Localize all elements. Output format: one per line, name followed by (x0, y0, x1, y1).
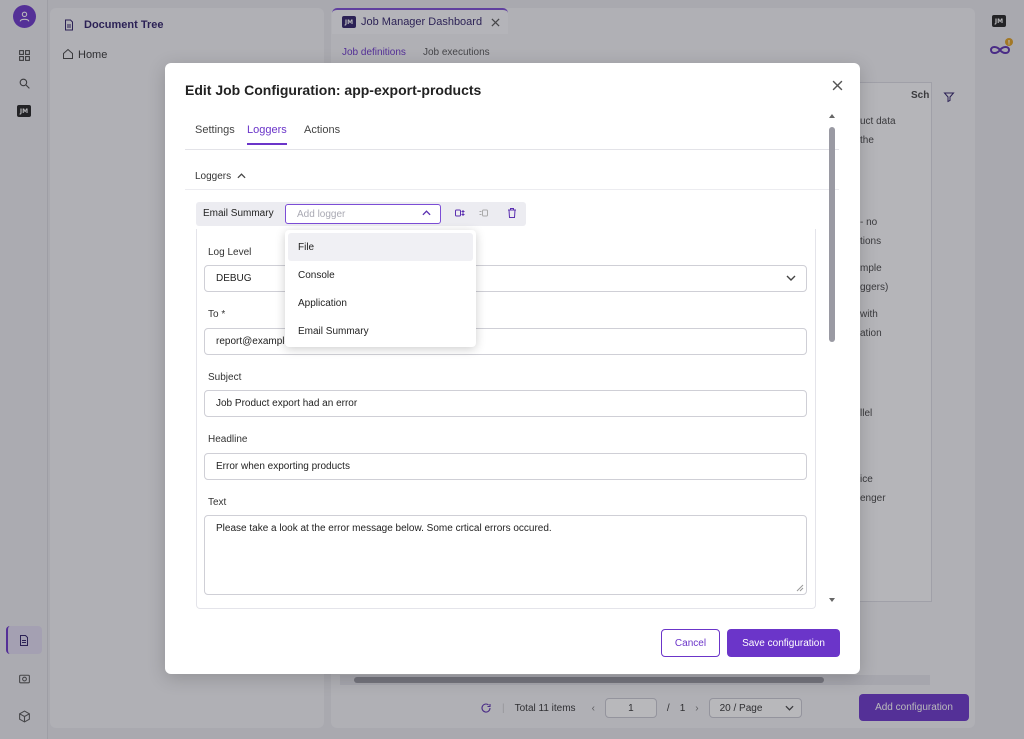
log-level-label: Log Level (208, 247, 252, 258)
chevron-down-icon (786, 275, 796, 281)
section-title: Loggers (195, 170, 232, 182)
scroll-up-icon[interactable] (828, 113, 836, 119)
logger-toolbar: Email Summary Add logger (196, 202, 526, 226)
add-logger-select[interactable]: Add logger (285, 204, 441, 224)
chevron-up-icon (237, 173, 246, 179)
dropdown-option-console[interactable]: Console (288, 261, 473, 289)
tab-loggers[interactable]: Loggers (247, 124, 287, 145)
loggers-section-header[interactable]: Loggers (185, 163, 839, 190)
headline-label: Headline (208, 434, 248, 445)
scroll-down-icon[interactable] (828, 597, 836, 603)
edit-job-configuration-modal: Edit Job Configuration: app-export-produ… (165, 63, 860, 674)
cancel-button[interactable]: Cancel (661, 629, 720, 657)
log-level-value: DEBUG (216, 273, 252, 284)
tab-actions[interactable]: Actions (304, 124, 340, 143)
dropdown-option-email-summary[interactable]: Email Summary (288, 317, 473, 345)
paste-logger-icon[interactable] (477, 206, 491, 220)
subject-label: Subject (208, 372, 242, 383)
dropdown-option-file[interactable]: File (288, 233, 473, 261)
dropdown-option-application[interactable]: Application (288, 289, 473, 317)
logger-name: Email Summary (203, 208, 274, 219)
headline-value: Error when exporting products (216, 461, 350, 472)
headline-input[interactable]: Error when exporting products (204, 453, 807, 480)
copy-logger-icon[interactable] (453, 206, 467, 220)
resize-handle-icon[interactable] (796, 584, 804, 592)
subject-input[interactable]: Job Product export had an error (204, 390, 807, 417)
text-textarea[interactable]: Please take a look at the error message … (204, 515, 807, 595)
modal-vertical-scrollbar[interactable] (827, 113, 837, 607)
modal-title: Edit Job Configuration: app-export-produ… (185, 82, 482, 98)
chevron-up-icon (422, 210, 431, 216)
to-label: To * (208, 309, 226, 320)
add-logger-placeholder: Add logger (297, 209, 346, 220)
add-logger-dropdown: File Console Application Email Summary (285, 230, 476, 347)
scroll-thumb[interactable] (829, 127, 835, 342)
save-configuration-button[interactable]: Save configuration (727, 629, 840, 657)
text-label: Text (208, 497, 227, 508)
modal-tabs: Settings Loggers Actions (185, 120, 839, 150)
tab-settings[interactable]: Settings (195, 124, 235, 143)
text-value: Please take a look at the error message … (216, 523, 552, 534)
subject-value: Job Product export had an error (216, 398, 358, 409)
close-icon[interactable] (829, 77, 845, 93)
trash-icon[interactable] (505, 206, 519, 220)
